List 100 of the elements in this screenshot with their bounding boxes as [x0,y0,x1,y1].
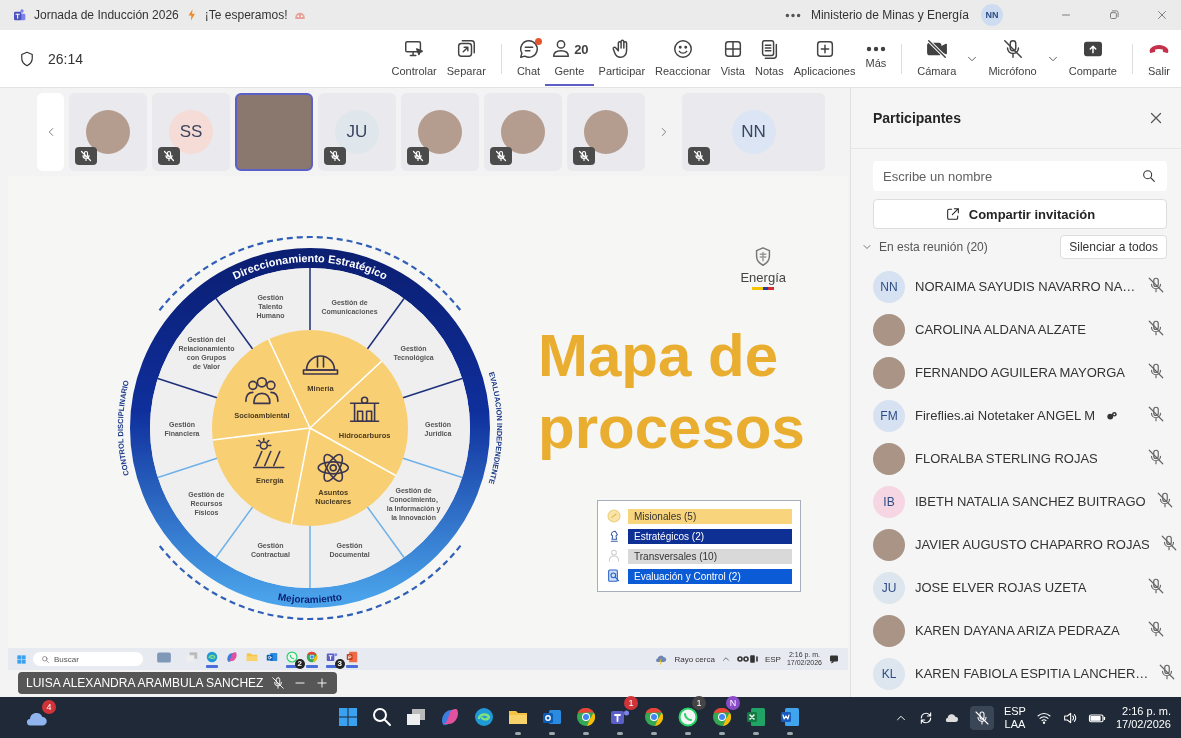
language-indicator: ESP [1003,704,1026,718]
plus-icon[interactable] [315,676,330,690]
user-avatar[interactable]: NN [981,4,1003,26]
participant-name: IBETH NATALIA SANCHEZ BUITRAGO [915,494,1146,509]
photo-placeholder [873,442,905,475]
chat-bubble-icon[interactable] [285,650,299,664]
participant-name: KAREN FABIOLA ESPITIA LANCHER… [915,666,1149,681]
control-button[interactable]: Controlar [386,31,442,86]
helmet-icon [302,355,339,375]
avatar-initials: FM [873,399,905,432]
flag-stripe [752,287,775,290]
notification-badge: 4 [42,699,56,714]
video-tile[interactable] [567,93,645,171]
restore-icon[interactable] [1107,8,1121,22]
mute-all-button[interactable]: Silenciar a todos [1060,235,1167,259]
mic-off-button[interactable] [969,705,994,730]
popout-icon [455,38,478,60]
clock-date: 17/02/2026 [1115,717,1171,731]
photo-placeholder [86,110,130,154]
notification-icon [828,653,840,665]
hand-button[interactable]: Participar [593,31,651,86]
photo-placeholder [418,110,462,154]
avatar-initials: JU [335,110,379,154]
avatar-initials: NN [731,110,776,154]
mic-button[interactable]: Micrófono [983,31,1042,86]
participant-name: CAROLINA ALDANA ALZATE [915,322,1086,337]
people-group-icon [245,377,279,405]
mail-icon[interactable] [265,650,279,664]
video-tile[interactable]: JU [318,93,396,171]
atom-icon [317,453,350,482]
search-field[interactable]: Escribe un nombre [873,161,1167,191]
notification-badge: 3 [334,659,345,669]
share-icon [944,206,961,222]
ring-label: Mejoramiento [277,591,343,605]
photo-placeholder [873,528,905,561]
photo-placeholder [873,356,905,389]
video-tile[interactable]: SS [152,93,230,171]
participant-name: JOSE ELVER ROJAS UZETA [915,580,1087,595]
view-button[interactable]: Vista [715,31,750,86]
search-icon [41,654,50,664]
legend-label: Misionales (5) [628,508,792,524]
logo-text: Energía [740,270,786,285]
legend-label: Transversales (10) [628,548,792,564]
weather-text: Rayo cerca [674,654,715,664]
search-field[interactable]: Buscar [33,652,143,666]
language-indicator: ESP [764,654,781,664]
participant-name: JAVIER AUGUSTO CHAPARRO ROJAS [915,537,1150,552]
video-tile[interactable] [69,93,147,171]
photo-placeholder [873,614,905,647]
avatar-initials: IB [873,485,905,518]
popout-button[interactable]: Separar [441,31,491,86]
avatar-initials: JU [873,571,905,604]
mic-off-icon [1001,38,1024,60]
photo-placeholder [501,110,545,154]
people-button[interactable]: 20 Gente [545,31,594,86]
participant-name: FERNANDO AGUILERA MAYORGA [915,365,1125,380]
shield-icon [18,49,36,68]
photo-placeholder [873,313,905,346]
avatar-initials: SS [169,110,213,154]
more-icon [865,46,886,52]
legend-label: Estratégicos (2) [628,528,792,544]
legend-label: Evaluación y Control (2) [628,568,792,584]
swirl-icon[interactable] [225,650,239,664]
document-search-icon [606,568,622,584]
participant-name: KAREN DAYANA ARIZA PEDRAZA [915,623,1120,638]
video-tile[interactable] [401,93,479,171]
organization-name: Ministerio de Minas y Energía [810,8,969,22]
participant-name: NORAIMA SAYUDIS NAVARRO NA… [915,279,1136,294]
meeting-title: Jornada de Inducción 2026 [34,8,179,22]
keyboard-layout: LAA [1004,717,1026,731]
meeting-timer: 26:14 [48,50,84,67]
apps-button[interactable]: Aplicaciones [788,31,861,86]
close-icon[interactable] [1155,8,1169,22]
smiley-icon [671,38,694,60]
presenter-name: LUISA ALEXANDRA ARAMBULA SANCHEZ [26,676,264,690]
leave-button[interactable]: Salir [1143,31,1175,86]
video-tile[interactable] [484,93,562,171]
participant-name: Fireflies.ai Notetaker ANGEL M [915,408,1096,423]
section-toggle[interactable]: En esta reunión (20) [861,240,988,254]
team-app-icon[interactable] [325,650,339,664]
more-icon[interactable] [784,12,801,18]
mic-off-icon [973,709,990,726]
search-icon [1141,168,1157,184]
camera-button[interactable]: Cámara [912,31,962,86]
share-button[interactable]: Comparte [1063,31,1122,86]
share-invitation-button[interactable]: Compartir invitación [873,199,1167,229]
chat-icon [517,38,540,60]
video-tile[interactable]: NN [682,93,825,171]
photo-placeholder [584,110,628,154]
chat-button[interactable]: Chat [511,31,546,86]
tray-icons-drawing [736,655,759,663]
notification-badge: 2 [294,659,305,669]
more-button[interactable]: Más [860,31,892,86]
react-button[interactable]: Reaccionar [650,31,716,86]
presentation-app-icon[interactable] [345,650,359,664]
slide-title: procesos [538,393,806,463]
notes-button[interactable]: Notas [749,31,789,86]
panel-title: Participantes [873,110,961,126]
clock-time: 2:16 p. m. [1122,704,1171,718]
slide-title: Mapa de [538,321,780,391]
